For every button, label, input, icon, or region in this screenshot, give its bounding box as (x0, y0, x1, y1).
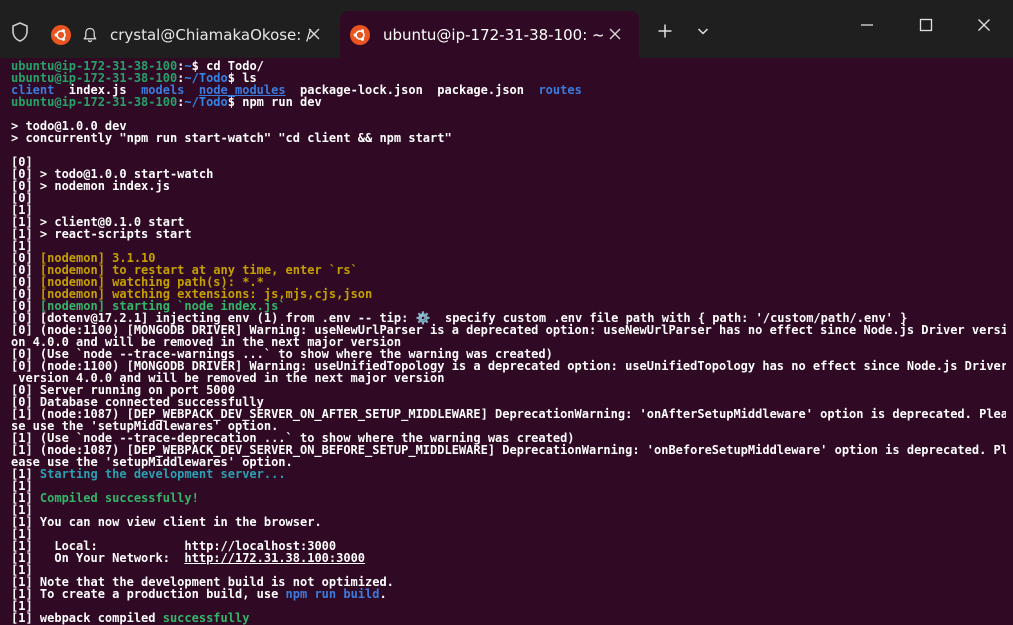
terminal-text: Starting the development server... (39, 467, 286, 481)
terminal-text: Compiled successfully! (39, 491, 199, 505)
window-close-icon[interactable] (972, 13, 996, 37)
terminal-text: [1] To create a production build, use (11, 587, 286, 601)
terminal-text: successfully (162, 611, 250, 625)
terminal-text: routes (538, 83, 582, 97)
terminal-line: [1] To create a production build, use np… (11, 588, 1006, 600)
terminal-line: ubuntu@ip-172-31-38-100: ~/Todo $ npm run … (11, 96, 1006, 108)
terminal-line: [1] On Your Network: http://172.31.38.10… (11, 552, 1006, 564)
terminal-text: : (177, 95, 185, 109)
terminal-text: client (162, 515, 207, 529)
terminal-line: [0] > nodemon index.js (11, 180, 1006, 192)
tab-crystal[interactable]: crystal@ChiamakaOkose: / (41, 11, 338, 58)
terminal-line: [1] > react-scripts start (11, 228, 1006, 240)
terminal-text: in the browser. (206, 515, 322, 529)
terminal-text: ubuntu@ip-172-31-38-100 (11, 95, 178, 109)
terminal-text: [1] You can now view (11, 515, 163, 529)
tab-ubuntu-active[interactable]: ubuntu@ip-172-31-38-100: ~ (340, 11, 639, 58)
terminal-text: package-lock.json package.json (285, 83, 539, 97)
tab-title: ubuntu@ip-172-31-38-100: ~ (383, 25, 605, 44)
ubuntu-logo-icon (51, 24, 71, 45)
terminal-text: $ npm run dev (227, 95, 322, 109)
terminal-text: [1] > react-scripts start (11, 227, 192, 241)
terminal-line: [0] (11, 192, 1006, 204)
terminal-text: ~/Todo (184, 95, 228, 109)
close-icon[interactable] (304, 24, 324, 44)
terminal-text: npm run build (285, 587, 380, 601)
shield-icon[interactable] (9, 21, 31, 43)
title-bar: crystal@ChiamakaOkose: / ubuntu@ip-172-3… (0, 0, 1013, 58)
maximize-icon[interactable] (914, 13, 938, 37)
terminal-text: [0] > nodemon index.js (11, 179, 170, 193)
terminal-text: On Your Network: (54, 551, 170, 565)
plus-icon[interactable] (653, 19, 677, 43)
terminal-line: [1] You can now view client in the brows… (11, 516, 1006, 528)
terminal-text: http://172.31.38.100:3000 (184, 551, 366, 565)
ubuntu-logo-icon (350, 24, 370, 45)
minimize-icon[interactable] (855, 13, 879, 37)
close-icon[interactable] (605, 24, 625, 44)
terminal-output[interactable]: ubuntu@ip-172-31-38-100: ~ $ cd Todo/ubunt… (11, 60, 1006, 625)
tab-title: crystal@ChiamakaOkose: / (110, 25, 312, 44)
terminal-line: [1] webpack compiled successfully (11, 612, 1006, 624)
chevron-down-icon[interactable] (691, 19, 715, 43)
terminal-line: [1] Compiled successfully! (11, 492, 1006, 504)
bell-icon (81, 26, 99, 44)
terminal-line: [1] (11, 240, 1006, 252)
terminal-text: [1] webpack compiled (11, 611, 163, 625)
terminal-line: [1] Starting the development server... (11, 468, 1006, 480)
terminal-line: > concurrently "npm run start-watch" "cd… (11, 132, 1006, 144)
terminal-text: . (379, 587, 387, 601)
terminal-text: > concurrently "npm run start-watch" "cd… (11, 131, 452, 145)
